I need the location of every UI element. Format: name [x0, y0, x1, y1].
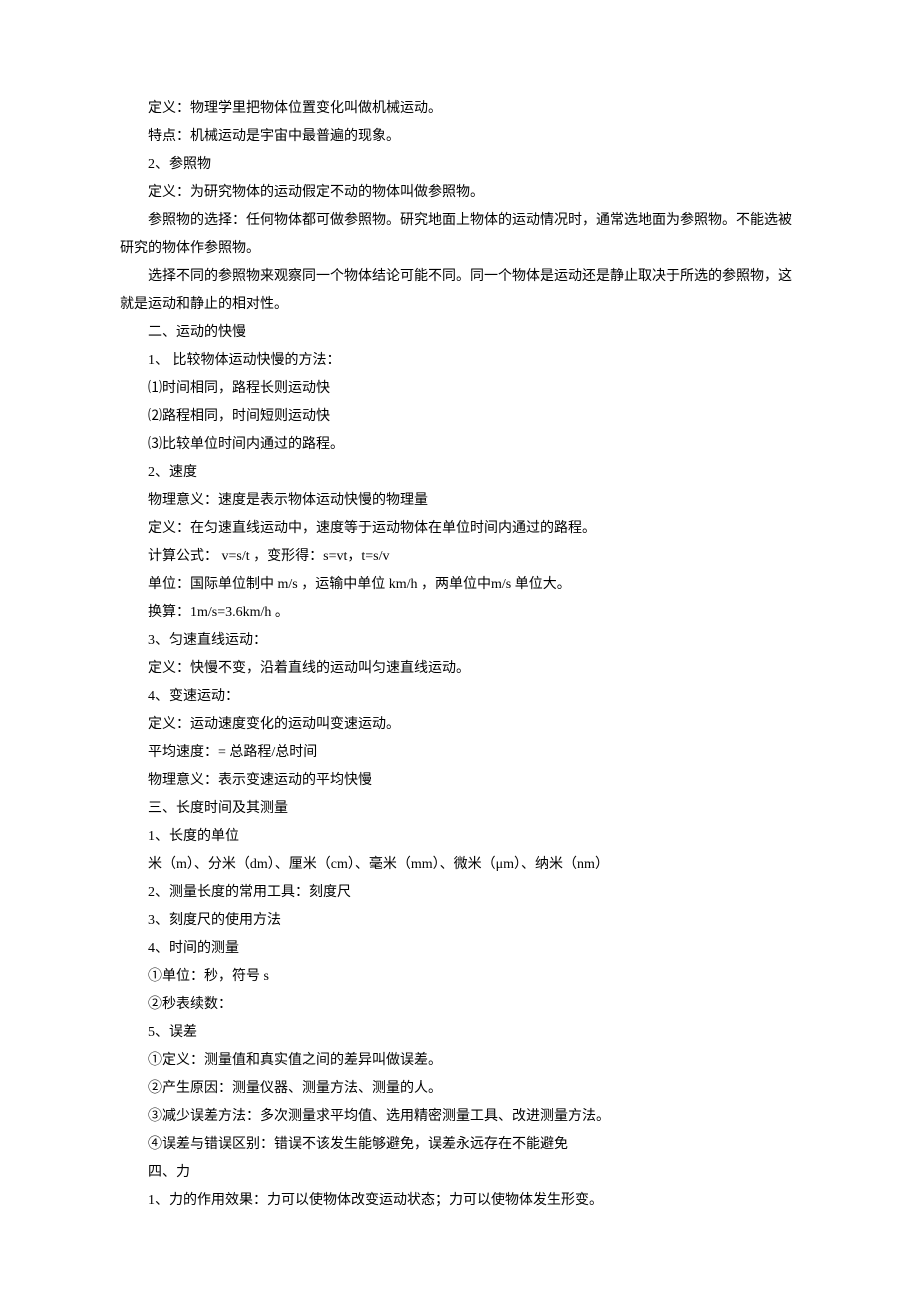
text-line: 参照物的选择：任何物体都可做参照物。研究地面上物体的运动情况时，通常选地面为参照…: [120, 207, 800, 263]
text-line: 定义：为研究物体的运动假定不动的物体叫做参照物。: [120, 179, 800, 207]
text-line: 3、刻度尺的使用方法: [120, 907, 800, 935]
text-line: 定义：快慢不变，沿着直线的运动叫匀速直线运动。: [120, 655, 800, 683]
text-line: 4、变速运动：: [120, 683, 800, 711]
text-line: 4、时间的测量: [120, 935, 800, 963]
text-line: 米（m）、分米（dm）、厘米（cm）、毫米（mm）、微米（μm）、纳米（nm）: [120, 851, 800, 879]
text-line: 1、力的作用效果：力可以使物体改变运动状态；力可以使物体发生形变。: [120, 1187, 800, 1215]
text-line: 2、速度: [120, 459, 800, 487]
text-line: 5、误差: [120, 1019, 800, 1047]
text-line: 选择不同的参照物来观察同一个物体结论可能不同。同一个物体是运动还是静止取决于所选…: [120, 263, 800, 319]
text-line: ②产生原因：测量仪器、测量方法、测量的人。: [120, 1075, 800, 1103]
text-line: 单位：国际单位制中 m/s ，运输中单位 km/h ，两单位中m/s 单位大。: [120, 571, 800, 599]
text-line: 四、力: [120, 1159, 800, 1187]
text-line: 定义：物理学里把物体位置变化叫做机械运动。: [120, 95, 800, 123]
text-line: 计算公式： v=s/t ，变形得：s=vt，t=s/v: [120, 543, 800, 571]
text-line: ②秒表续数：: [120, 991, 800, 1019]
text-line: 物理意义：表示变速运动的平均快慢: [120, 767, 800, 795]
text-line: ⑴时间相同，路程长则运动快: [120, 375, 800, 403]
text-line: 2、测量长度的常用工具：刻度尺: [120, 879, 800, 907]
text-line: 二、运动的快慢: [120, 319, 800, 347]
text-line: ④误差与错误区别：错误不该发生能够避免，误差永远存在不能避免: [120, 1131, 800, 1159]
text-line: 换算：1m/s=3.6km/h 。: [120, 599, 800, 627]
text-line: 定义：在匀速直线运动中，速度等于运动物体在单位时间内通过的路程。: [120, 515, 800, 543]
text-line: 物理意义：速度是表示物体运动快慢的物理量: [120, 487, 800, 515]
text-line: ③减少误差方法：多次测量求平均值、选用精密测量工具、改进测量方法。: [120, 1103, 800, 1131]
text-line: 三、长度时间及其测量: [120, 795, 800, 823]
text-line: ⑵路程相同，时间短则运动快: [120, 403, 800, 431]
text-line: 特点：机械运动是宇宙中最普遍的现象。: [120, 123, 800, 151]
text-line: 2、参照物: [120, 151, 800, 179]
text-line: ①定义：测量值和真实值之间的差异叫做误差。: [120, 1047, 800, 1075]
text-line: ①单位：秒，符号 s: [120, 963, 800, 991]
text-line: ⑶比较单位时间内通过的路程。: [120, 431, 800, 459]
document-page: 定义：物理学里把物体位置变化叫做机械运动。 特点：机械运动是宇宙中最普遍的现象。…: [0, 0, 920, 1300]
text-line: 3、匀速直线运动：: [120, 627, 800, 655]
text-line: 定义：运动速度变化的运动叫变速运动。: [120, 711, 800, 739]
text-line: 1、 比较物体运动快慢的方法：: [120, 347, 800, 375]
text-line: 1、长度的单位: [120, 823, 800, 851]
text-line: 平均速度：= 总路程/总时间: [120, 739, 800, 767]
